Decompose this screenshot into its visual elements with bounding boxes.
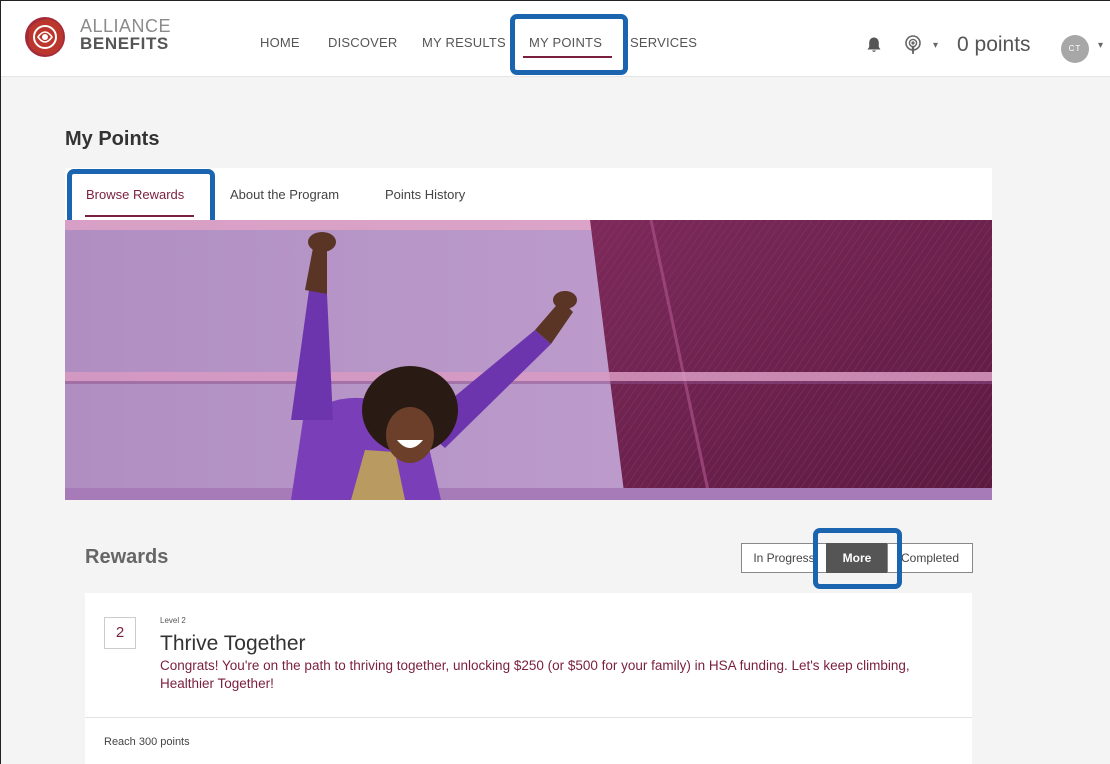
chevron-down-icon[interactable]: ▾	[1098, 40, 1103, 51]
brand-logo[interactable]: ALLIANCE BENEFITS	[23, 15, 183, 59]
nav-my-results[interactable]: MY RESULTS	[422, 35, 506, 50]
brand-name-line1: ALLIANCE	[80, 16, 172, 36]
level-number-badge: 2	[104, 617, 136, 649]
tab-about-program[interactable]: About the Program	[230, 187, 339, 202]
card-divider	[85, 717, 972, 718]
avatar[interactable]: CT	[1061, 35, 1089, 63]
brand-logo-icon	[25, 17, 65, 57]
filter-in-progress[interactable]: In Progress	[741, 543, 827, 573]
app-frame: ALLIANCE BENEFITS HOME DISCOVER MY RESUL…	[0, 0, 1110, 764]
reward-title: Thrive Together	[160, 632, 306, 655]
tab-bar: Browse Rewards About the Program Points …	[65, 168, 992, 220]
podcast-icon[interactable]	[902, 34, 924, 56]
reward-description: Congrats! You're on the path to thriving…	[160, 658, 910, 691]
tab-points-history[interactable]: Points History	[385, 187, 465, 202]
filter-more[interactable]: More	[826, 543, 888, 573]
nav-discover[interactable]: DISCOVER	[328, 35, 398, 50]
page-title: My Points	[65, 128, 160, 150]
filter-completed[interactable]: Completed	[887, 543, 973, 573]
level-label: Level 2	[160, 616, 186, 625]
reward-requirement: Reach 300 points	[104, 736, 190, 748]
brand-name-line2: BENEFITS	[80, 34, 169, 53]
nav-active-underline	[523, 56, 612, 58]
nav-services[interactable]: SERVICES	[630, 35, 697, 50]
bell-icon[interactable]	[865, 36, 883, 54]
points-balance: 0 points	[957, 33, 1031, 56]
hero-illustration	[65, 220, 992, 500]
tab-browse-rewards[interactable]: Browse Rewards	[86, 187, 184, 202]
top-navigation: ALLIANCE BENEFITS HOME DISCOVER MY RESUL…	[1, 1, 1110, 77]
chevron-down-icon[interactable]: ▾	[933, 40, 938, 51]
nav-home[interactable]: HOME	[260, 35, 300, 50]
nav-my-points[interactable]: MY POINTS	[529, 35, 602, 50]
tab-active-underline	[85, 215, 194, 217]
hero-image	[65, 220, 992, 500]
rewards-heading: Rewards	[85, 546, 169, 568]
reward-card[interactable]: 2 Level 2 Thrive Together Congrats! You'…	[85, 593, 972, 764]
